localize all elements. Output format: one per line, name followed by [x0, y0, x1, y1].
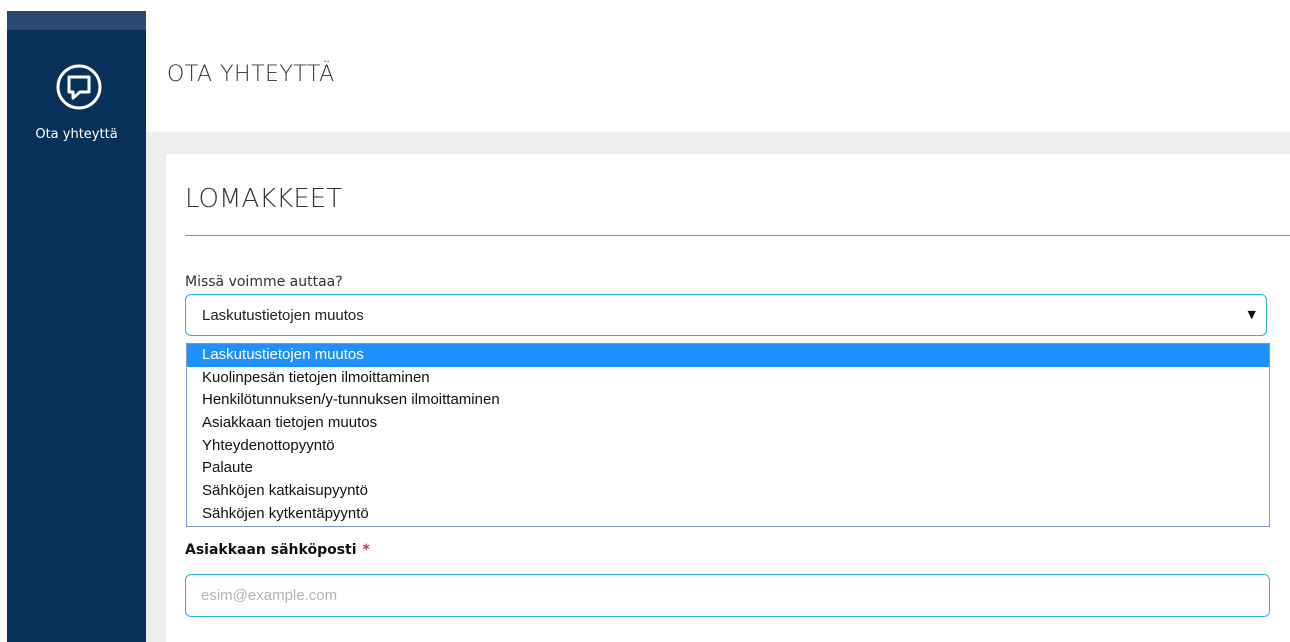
required-marker: * — [362, 542, 370, 558]
sidebar-top-strip — [7, 11, 146, 30]
sidebar-item-label: Ota yhteyttä — [35, 127, 118, 142]
topic-selected-value: Laskutustietojen muutos — [202, 307, 364, 324]
dropdown-option[interactable]: Yhteydenottopyyntö — [187, 435, 1269, 458]
section-title: LOMAKKEET — [185, 184, 343, 214]
dropdown-option[interactable]: Asiakkaan tietojen muutos — [187, 412, 1269, 435]
section-divider — [185, 235, 1290, 236]
triangle-down-icon: ▼ — [1247, 308, 1256, 321]
topic-dropdown-list: Laskutustietojen muutos Kuolinpesän tiet… — [186, 343, 1270, 527]
dropdown-option[interactable]: Laskutustietojen muutos — [187, 344, 1269, 367]
email-label: Asiakkaan sähköposti * — [185, 542, 370, 558]
topic-select[interactable]: Laskutustietojen muutos ▼ — [185, 294, 1267, 336]
dropdown-option[interactable]: Henkilötunnuksen/y-tunnuksen ilmoittamin… — [187, 389, 1269, 412]
dropdown-option[interactable]: Sähköjen kytkentäpyyntö — [187, 503, 1269, 526]
topic-label: Missä voimme auttaa? — [185, 274, 343, 290]
dropdown-option[interactable]: Kuolinpesän tietojen ilmoittaminen — [187, 367, 1269, 390]
chat-icon — [56, 64, 102, 110]
form-card: LOMAKKEET Missä voimme auttaa? Laskutust… — [166, 154, 1290, 642]
email-label-text: Asiakkaan sähköposti — [185, 542, 357, 558]
sidebar: Ota yhteyttä — [7, 30, 146, 642]
dropdown-option[interactable]: Palaute — [187, 457, 1269, 480]
page-title: OTA YHTEYTTÄ — [167, 62, 335, 87]
dropdown-option[interactable]: Sähköjen katkaisupyyntö — [187, 480, 1269, 503]
sidebar-item-contact[interactable]: Ota yhteyttä — [7, 30, 146, 150]
email-field[interactable] — [185, 574, 1270, 617]
